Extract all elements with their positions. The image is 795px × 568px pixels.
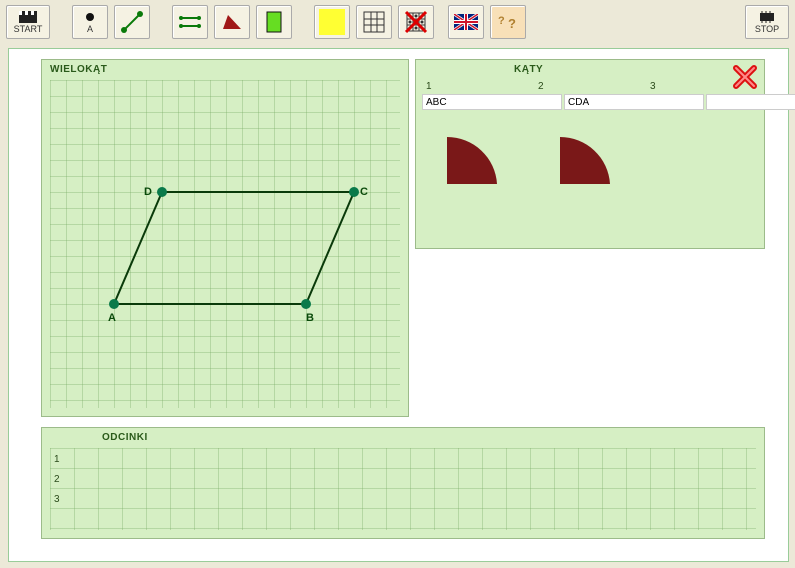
polygon-panel: WIELOKĄT A B C D bbox=[41, 59, 409, 417]
svg-text:?: ? bbox=[508, 16, 516, 31]
segments-panel: ODCINKI 1 2 3 bbox=[41, 427, 765, 539]
close-icon bbox=[732, 64, 758, 90]
stop-button[interactable]: STOP bbox=[745, 5, 789, 39]
polygon-panel-title: WIELOKĄT bbox=[42, 60, 408, 79]
vertex-label-a: A bbox=[108, 312, 116, 324]
triangle-tool-button[interactable] bbox=[214, 5, 250, 39]
angles-header: KĄTY bbox=[416, 60, 764, 79]
angle-input-3[interactable] bbox=[706, 94, 795, 110]
color-yellow-button[interactable] bbox=[314, 5, 350, 39]
angles-panel: KĄTY 1 2 3 bbox=[415, 59, 765, 249]
angles-col-1: 1 bbox=[422, 79, 534, 94]
angle-preview-3 bbox=[647, 122, 758, 202]
vertex-label-c: C bbox=[360, 186, 368, 198]
workspace: WIELOKĄT A B C D KĄTY 1 2 3 bbox=[8, 48, 789, 562]
chip-icon bbox=[758, 11, 776, 23]
close-button[interactable] bbox=[732, 64, 758, 90]
language-button[interactable] bbox=[448, 5, 484, 39]
angles-inputs bbox=[416, 94, 764, 110]
grid-off-icon bbox=[404, 10, 428, 34]
angle-input-1[interactable] bbox=[422, 94, 562, 110]
svg-text:?: ? bbox=[498, 15, 505, 27]
angle-preview-2 bbox=[535, 122, 646, 202]
flag-uk-icon bbox=[454, 14, 478, 30]
angles-col-2: 2 bbox=[534, 79, 646, 94]
parallel-icon bbox=[178, 12, 202, 32]
angles-panel-title: KĄTY bbox=[514, 64, 543, 75]
angles-previews bbox=[416, 110, 764, 202]
polygon-grid[interactable] bbox=[50, 80, 400, 408]
rectangle-icon bbox=[264, 10, 284, 34]
stop-label: STOP bbox=[755, 24, 779, 34]
angle-shape-icon bbox=[442, 122, 512, 192]
parallel-tool-button[interactable] bbox=[172, 5, 208, 39]
start-button[interactable]: START bbox=[6, 5, 50, 39]
toolbar: START A ?? STOP bbox=[0, 0, 795, 44]
grid-off-button[interactable] bbox=[398, 5, 434, 39]
segment-row-3: 3 bbox=[54, 494, 60, 505]
angle-preview-1 bbox=[422, 122, 533, 202]
start-label: START bbox=[14, 24, 43, 34]
right-blank-area bbox=[415, 253, 765, 417]
vertex-label-b: B bbox=[306, 312, 314, 324]
vertex-label-d: D bbox=[144, 186, 152, 198]
help-button[interactable]: ?? bbox=[490, 5, 526, 39]
point-icon bbox=[84, 11, 96, 23]
yellow-swatch-icon bbox=[319, 9, 345, 35]
point-tool-label: A bbox=[87, 24, 93, 34]
triangle-icon bbox=[220, 12, 244, 32]
clapper-icon bbox=[19, 11, 37, 23]
segment-row-2: 2 bbox=[54, 474, 60, 485]
grid-icon bbox=[363, 11, 385, 33]
point-tool-button[interactable]: A bbox=[72, 5, 108, 39]
segments-grid[interactable]: 1 2 3 bbox=[50, 448, 756, 530]
angle-shape-icon bbox=[555, 122, 625, 192]
rectangle-tool-button[interactable] bbox=[256, 5, 292, 39]
help-icon: ?? bbox=[496, 12, 520, 32]
segments-panel-title: ODCINKI bbox=[102, 432, 148, 443]
segment-tool-button[interactable] bbox=[114, 5, 150, 39]
segment-icon bbox=[120, 10, 144, 34]
angles-columns: 1 2 3 bbox=[416, 79, 764, 94]
segment-row-1: 1 bbox=[54, 454, 60, 465]
grid-toggle-button[interactable] bbox=[356, 5, 392, 39]
angle-input-2[interactable] bbox=[564, 94, 704, 110]
